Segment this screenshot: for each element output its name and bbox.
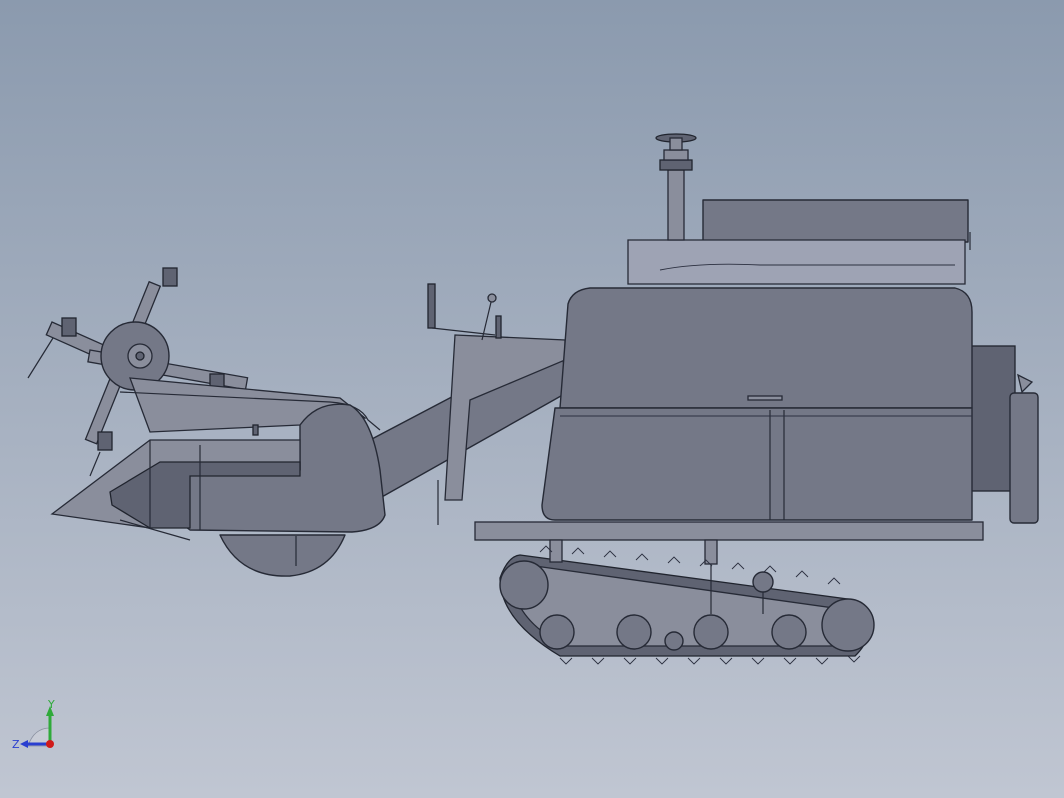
main-body xyxy=(474,287,1039,541)
z-axis-label: Z xyxy=(12,738,20,751)
z-axis-arrowhead xyxy=(20,740,28,748)
harvester-model[interactable] xyxy=(0,0,1064,798)
exhaust-stack xyxy=(655,133,697,241)
crawler-track xyxy=(499,539,875,665)
reference-triad: Y Z xyxy=(12,698,55,751)
x-axis-dot xyxy=(46,740,54,748)
y-axis-label: Y xyxy=(47,698,55,711)
graphics-viewport[interactable]: Y Z xyxy=(0,0,1064,798)
